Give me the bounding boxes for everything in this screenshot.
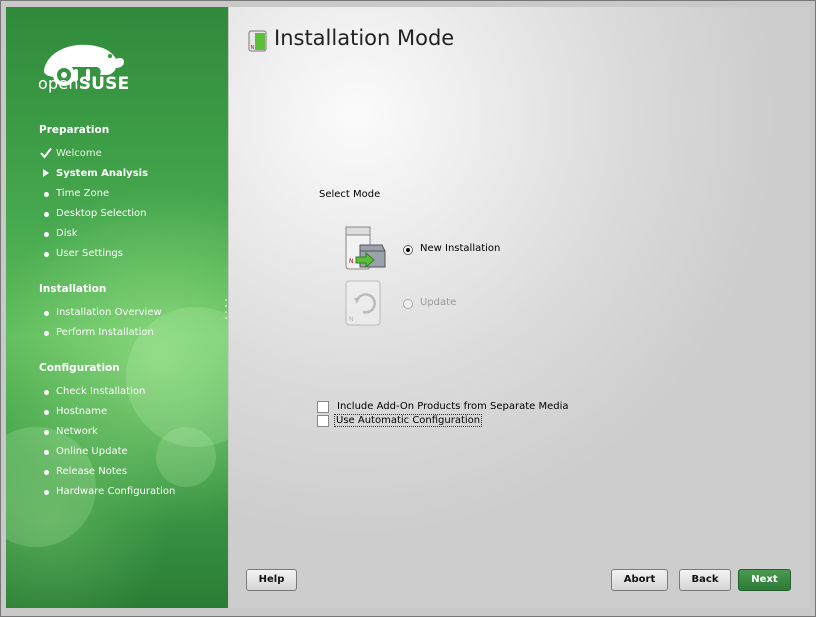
step-label: System Analysis (56, 168, 149, 179)
step-label: Installation Overview (56, 307, 162, 318)
svg-text:N: N (251, 45, 255, 51)
select-mode-label: Select Mode (319, 189, 381, 200)
sidebar-resize-grip[interactable] (225, 317, 227, 319)
installation-mode-icon: N (248, 30, 267, 52)
step-label: Hardware Configuration (56, 486, 176, 497)
bullet-icon (43, 331, 49, 336)
step-label: Welcome (56, 148, 102, 159)
page-title: Installation Mode (274, 26, 455, 50)
step-label: Release Notes (56, 466, 128, 477)
opensuse-logo-text: openSUSE (38, 74, 130, 94)
svg-text:N: N (349, 316, 354, 323)
sidebar-resize-grip[interactable] (225, 299, 227, 301)
automatic-configuration-checkbox[interactable] (317, 415, 329, 427)
step-label: Hostname (56, 406, 108, 417)
bullet-icon (43, 490, 49, 495)
new-installation-label[interactable]: New Installation (420, 243, 500, 254)
bullet-icon (43, 232, 49, 237)
svg-text:N: N (349, 258, 354, 265)
step-label: Desktop Selection (56, 208, 147, 219)
section-title-installation: Installation (39, 283, 107, 295)
automatic-configuration-label[interactable]: Use Automatic Configuration (334, 414, 483, 427)
help-button[interactable]: Help (246, 569, 297, 591)
main-content: N Installation Mode Select Mode N New In… (229, 7, 810, 608)
sidebar-decoration (156, 427, 216, 487)
new-installation-radio[interactable] (403, 245, 413, 255)
section-title-preparation: Preparation (39, 124, 110, 136)
section-title-configuration: Configuration (39, 362, 120, 374)
bullet-icon (43, 212, 49, 217)
step-label: Check Installation (56, 386, 146, 397)
abort-button[interactable]: Abort (611, 569, 668, 591)
step-label: Network (56, 426, 98, 437)
next-button[interactable]: Next (738, 569, 791, 591)
update-icon: N (345, 280, 381, 326)
installer-window: openSUSE Preparation Welcome System Anal… (0, 0, 816, 617)
bullet-icon (43, 192, 49, 197)
sidebar: openSUSE Preparation Welcome System Anal… (6, 7, 228, 608)
add-on-products-label[interactable]: Include Add-On Products from Separate Me… (337, 401, 569, 412)
step-label: Perform Installation (56, 327, 154, 338)
current-arrow-icon (39, 167, 53, 184)
bullet-icon (43, 450, 49, 455)
bullet-icon (43, 410, 49, 415)
add-on-products-checkbox[interactable] (317, 401, 329, 413)
bullet-icon (43, 430, 49, 435)
update-label[interactable]: Update (420, 297, 456, 308)
bullet-icon (43, 311, 49, 316)
back-button[interactable]: Back (679, 569, 731, 591)
update-radio[interactable] (403, 299, 413, 309)
checkmark-icon (39, 147, 53, 164)
step-label: Disk (56, 228, 78, 239)
step-label: Online Update (56, 446, 128, 457)
bullet-icon (43, 252, 49, 257)
bullet-icon (43, 390, 49, 395)
step-label: Time Zone (56, 188, 110, 199)
sidebar-resize-grip[interactable] (225, 305, 227, 307)
new-installation-icon: N (345, 226, 386, 270)
bullet-icon (43, 470, 49, 475)
step-label: User Settings (56, 248, 123, 259)
sidebar-resize-grip[interactable] (225, 311, 227, 313)
